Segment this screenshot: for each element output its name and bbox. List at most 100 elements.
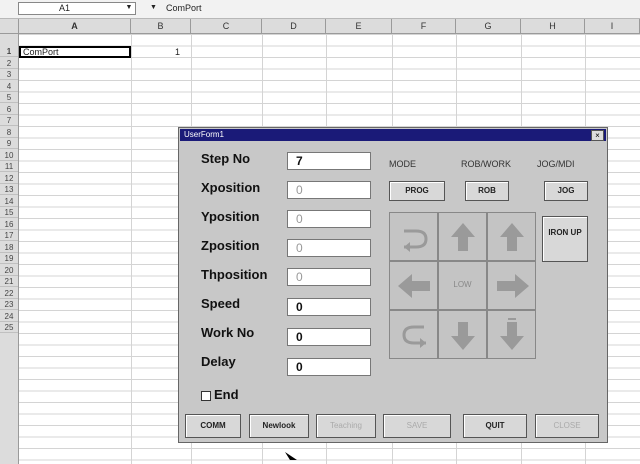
zposition-input[interactable]: 0 [287,239,371,257]
row-header[interactable]: 15 [0,207,18,218]
cell-a1[interactable]: ComPort [19,46,131,58]
row-header[interactable]: 7 [0,115,18,126]
rotate-cw-icon [404,229,428,252]
row-header[interactable]: 16 [0,219,18,230]
row-header[interactable]: 5 [0,92,18,103]
name-box-dropdown-icon[interactable]: ▼ [124,3,134,13]
row-header[interactable]: 12 [0,173,18,184]
z-up-arrow-icon [500,223,524,251]
up-arrow-button[interactable] [438,212,487,261]
dialog-titlebar[interactable]: UserForm1 × [180,129,606,141]
low-speed-button[interactable]: LOW [438,261,487,310]
column-header-row: A B C D E F G H I [0,19,640,34]
right-arrow-icon [497,274,529,298]
column-header[interactable]: F [392,19,456,33]
prog-button[interactable]: PROG [389,181,445,201]
row-header[interactable]: 9 [0,138,18,149]
left-arrow-button[interactable] [389,261,438,310]
formula-content[interactable]: ComPort [166,3,202,14]
checkbox-box[interactable] [201,390,211,401]
row-header-column: 1 2 3 4 5 6 7 8 9 10 11 12 13 14 15 16 1… [0,34,19,464]
rotate-cw-button[interactable] [389,212,438,261]
column-header[interactable]: C [191,19,262,33]
row-header[interactable]: 3 [0,69,18,80]
mode-label: MODE [389,159,416,169]
thposition-input[interactable]: 0 [287,268,371,286]
row-header[interactable]: 11 [0,161,18,172]
z-down-button[interactable] [487,310,536,359]
delay-label: Delay [201,354,236,369]
row-header[interactable]: 18 [0,242,18,253]
userform-dialog: UserForm1 × Step No 7 Xposition 0 Yposit… [178,127,608,443]
yposition-label: Yposition [201,209,260,224]
low-speed-label: LOW [453,280,472,289]
row-header[interactable]: 13 [0,184,18,195]
jog-button[interactable]: JOG [544,181,588,201]
row-header[interactable]: 20 [0,265,18,276]
iron-up-button[interactable]: IRON UP [542,216,588,262]
down-arrow-button[interactable] [438,310,487,359]
row-header[interactable]: 4 [0,81,18,92]
row-header[interactable]: 10 [0,150,18,161]
xposition-input[interactable]: 0 [287,181,371,199]
column-header[interactable]: E [326,19,392,33]
column-header[interactable]: B [131,19,191,33]
z-up-button[interactable] [487,212,536,261]
row-header[interactable]: 24 [0,311,18,322]
row-header[interactable]: 23 [0,299,18,310]
close-button-bottom[interactable]: CLOSE [535,414,599,438]
row-header[interactable]: 17 [0,230,18,241]
row-header[interactable]: 19 [0,253,18,264]
select-all-corner[interactable] [0,19,19,33]
rob-work-label: ROB/WORK [461,159,512,169]
rotate-ccw-button[interactable] [389,310,438,359]
speed-input[interactable]: 0 [287,298,371,316]
speed-label: Speed [201,296,241,311]
delay-input[interactable]: 0 [287,358,371,376]
work-no-input[interactable]: 0 [287,328,371,346]
column-header[interactable]: A [19,19,131,33]
step-no-input[interactable]: 7 [287,152,371,170]
step-no-label: Step No [201,151,251,166]
mouse-cursor-icon [285,452,297,460]
up-arrow-icon [451,223,475,251]
rotate-ccw-icon [402,325,426,348]
comm-button[interactable]: COMM [185,414,241,438]
grid-line [131,34,132,464]
zposition-label: Zposition [201,238,260,253]
rob-button[interactable]: ROB [465,181,509,201]
row-header[interactable]: 6 [0,104,18,115]
down-arrow-icon [451,322,475,350]
end-checkbox[interactable]: End [201,387,239,402]
yposition-input[interactable]: 0 [287,210,371,228]
newlook-button[interactable]: Newlook [249,414,309,438]
row-header[interactable]: 21 [0,276,18,287]
close-button[interactable]: × [591,130,604,141]
right-arrow-button[interactable] [487,261,536,310]
row-header[interactable]: 1 [0,46,18,57]
column-header[interactable]: I [585,19,640,33]
column-header[interactable]: H [521,19,585,33]
left-arrow-icon [398,274,430,298]
dialog-title: UserForm1 [184,130,225,139]
save-button[interactable]: SAVE [383,414,451,438]
cell-b1[interactable]: 1 [175,47,180,57]
row-header[interactable]: 25 [0,322,18,333]
quit-button[interactable]: QUIT [463,414,527,438]
name-box[interactable]: A1 [18,2,136,15]
dropdown-icon[interactable]: ▼ [150,3,157,13]
row-header[interactable]: 2 [0,58,18,69]
teaching-button[interactable]: Teaching [316,414,376,438]
thposition-label: Thposition [201,267,268,282]
column-header[interactable]: D [262,19,326,33]
row-header[interactable]: 8 [0,127,18,138]
row-header[interactable]: 22 [0,288,18,299]
work-no-label: Work No [201,325,255,340]
column-header[interactable]: G [456,19,521,33]
jog-mdi-label: JOG/MDI [537,159,575,169]
xposition-label: Xposition [201,180,261,195]
formula-bar: A1 ▼ ▼ ComPort [0,0,640,19]
row-header[interactable]: 14 [0,196,18,207]
z-down-arrow-icon [500,318,524,350]
end-checkbox-label: End [214,387,239,402]
